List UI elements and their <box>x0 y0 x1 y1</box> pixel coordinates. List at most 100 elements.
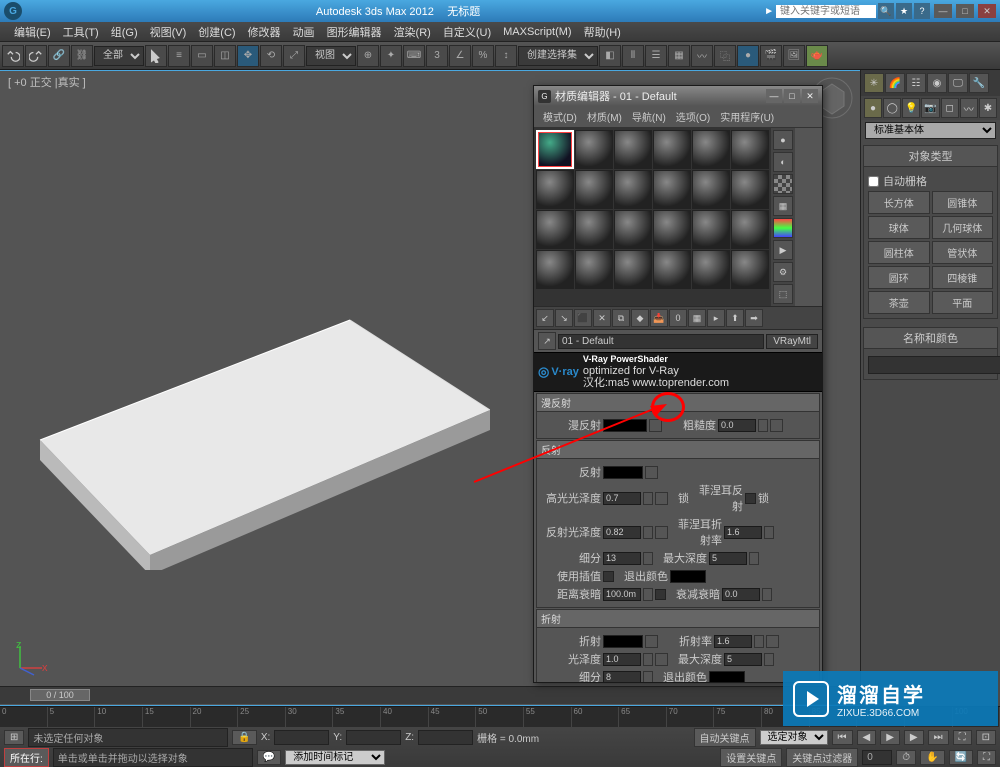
material-slot[interactable] <box>653 130 691 169</box>
show-in-vp-icon[interactable]: ▦ <box>688 309 706 327</box>
autokey-button[interactable]: 自动关键点 <box>694 728 756 747</box>
dim-checkbox[interactable] <box>655 589 666 600</box>
material-name-input[interactable] <box>558 334 764 349</box>
spinner-arrows-icon[interactable] <box>764 526 774 539</box>
coord-toggle-icon[interactable]: ⊞ <box>4 730 24 745</box>
menu-grapheditors[interactable]: 图形编辑器 <box>321 22 388 42</box>
refract-color-swatch[interactable] <box>603 635 643 648</box>
material-type-button[interactable]: VRayMtl <box>766 334 818 349</box>
prim-pyramid-button[interactable]: 四棱锥 <box>932 266 994 289</box>
spinner-arrows-icon[interactable] <box>643 526 653 539</box>
angle-snap-icon[interactable]: ∠ <box>449 45 471 67</box>
hierarchy-tab-icon[interactable]: ☷ <box>906 73 926 93</box>
diffuse-map-button[interactable] <box>649 419 662 432</box>
link-icon[interactable]: 🔗 <box>48 45 70 67</box>
spinner-arrows-icon[interactable] <box>758 419 768 432</box>
material-slot[interactable] <box>692 130 730 169</box>
lock-selection-icon[interactable]: 🔒 <box>232 730 256 745</box>
spinner-arrows-icon[interactable] <box>754 635 764 648</box>
background-icon[interactable] <box>773 174 793 194</box>
refract-map-button[interactable] <box>645 635 658 648</box>
select-move-icon[interactable]: ✥ <box>237 45 259 67</box>
spinner-arrows-icon[interactable] <box>643 588 653 601</box>
menu-help[interactable]: 帮助(H) <box>578 22 627 42</box>
prim-torus-button[interactable]: 圆环 <box>868 266 930 289</box>
systems-icon[interactable]: ✱ <box>979 98 997 118</box>
matedit-min-button[interactable]: — <box>766 89 782 103</box>
matedit-menu-mode[interactable]: 模式(D) <box>538 108 582 125</box>
material-slot[interactable] <box>692 170 730 209</box>
spinner-arrows-icon[interactable] <box>764 653 774 666</box>
maximize-button[interactable]: □ <box>956 4 974 18</box>
matid-icon[interactable]: 0 <box>669 309 687 327</box>
orbit-icon[interactable]: 🔄 <box>949 750 973 765</box>
time-tag-dropdown[interactable]: 添加时间标记 <box>285 750 385 765</box>
lights-icon[interactable]: 💡 <box>902 98 920 118</box>
spinner-arrows-icon[interactable] <box>643 671 653 682</box>
help-icon[interactable]: ? <box>914 3 930 19</box>
category-dropdown[interactable]: 标准基本体 <box>865 122 996 139</box>
render-frame-icon[interactable]: 🖼 <box>783 45 805 67</box>
matedit-menu-nav[interactable]: 导航(N) <box>627 108 671 125</box>
utilities-tab-icon[interactable]: 🔧 <box>969 73 989 93</box>
prim-cone-button[interactable]: 圆锥体 <box>932 191 994 214</box>
align-icon[interactable]: ⫴ <box>622 45 644 67</box>
spinner-snap-icon[interactable]: ↕ <box>495 45 517 67</box>
material-slot[interactable] <box>731 170 769 209</box>
dim-falloff-spinner[interactable]: 0.0 <box>722 588 760 601</box>
hglossy-map-button[interactable] <box>655 492 668 505</box>
material-slot[interactable] <box>731 130 769 169</box>
hglossy-spinner[interactable]: 0.7 <box>603 492 641 505</box>
display-tab-icon[interactable]: 🖵 <box>948 73 968 93</box>
zoom-ext-icon[interactable]: ⛶ <box>953 730 972 745</box>
time-slider-track[interactable]: 0 / 100 <box>0 686 860 704</box>
rglossy-map-button[interactable] <box>655 526 668 539</box>
cameras-icon[interactable]: 📷 <box>921 98 939 118</box>
spinner-arrows-icon[interactable] <box>762 588 772 601</box>
prim-plane-button[interactable]: 平面 <box>932 291 994 314</box>
refl-subdiv-spinner[interactable]: 13 <box>603 552 641 565</box>
spinner-arrows-icon[interactable] <box>643 552 653 565</box>
prim-tube-button[interactable]: 管状体 <box>932 241 994 264</box>
put-library-icon[interactable]: 📥 <box>650 309 668 327</box>
percent-snap-icon[interactable]: % <box>472 45 494 67</box>
material-slot[interactable] <box>731 210 769 249</box>
render-setup-icon[interactable]: 🎬 <box>760 45 782 67</box>
roughness-spinner[interactable]: 0.0 <box>718 419 756 432</box>
material-slot[interactable] <box>536 130 574 169</box>
menu-rendering[interactable]: 渲染(R) <box>388 22 437 42</box>
select-region-icon[interactable]: ▭ <box>191 45 213 67</box>
menu-tools[interactable]: 工具(T) <box>57 22 105 42</box>
refr-subdiv-spinner[interactable]: 8 <box>603 671 641 682</box>
spinner-arrows-icon[interactable] <box>749 552 759 565</box>
material-slot[interactable] <box>731 250 769 289</box>
play-next-icon[interactable]: ▶ <box>904 730 924 745</box>
prim-cylinder-button[interactable]: 圆柱体 <box>868 241 930 264</box>
material-slot[interactable] <box>614 170 652 209</box>
motion-tab-icon[interactable]: ◉ <box>927 73 947 93</box>
make-preview-icon[interactable]: ▶ <box>773 240 793 260</box>
material-slot[interactable] <box>653 250 691 289</box>
refraction-rollout-header[interactable]: 折射 <box>537 610 819 628</box>
roughness-map-button[interactable] <box>770 419 783 432</box>
manip-icon[interactable]: ✦ <box>380 45 402 67</box>
refr-exit-swatch[interactable] <box>709 671 745 682</box>
reflect-color-swatch[interactable] <box>603 466 643 479</box>
material-slot[interactable] <box>692 250 730 289</box>
object-name-input[interactable] <box>868 356 1000 374</box>
window-crossing-icon[interactable]: ◫ <box>214 45 236 67</box>
current-frame-input[interactable] <box>862 750 892 765</box>
scene-object-box[interactable] <box>30 280 490 570</box>
fresnel-ior-spinner[interactable]: 1.6 <box>724 526 762 539</box>
go-parent-icon[interactable]: ⬆ <box>726 309 744 327</box>
pivot-icon[interactable]: ⊕ <box>357 45 379 67</box>
select-rotate-icon[interactable]: ⟲ <box>260 45 282 67</box>
z-input[interactable] <box>418 730 473 745</box>
material-slot[interactable] <box>653 210 691 249</box>
refcoord-dropdown[interactable]: 视图 <box>306 46 356 66</box>
menu-view[interactable]: 视图(V) <box>144 22 193 42</box>
spinner-arrows-icon[interactable] <box>643 492 653 505</box>
refl-exit-swatch[interactable] <box>670 570 706 583</box>
get-material-icon[interactable]: ↙ <box>536 309 554 327</box>
shapes-icon[interactable]: ◯ <box>883 98 901 118</box>
